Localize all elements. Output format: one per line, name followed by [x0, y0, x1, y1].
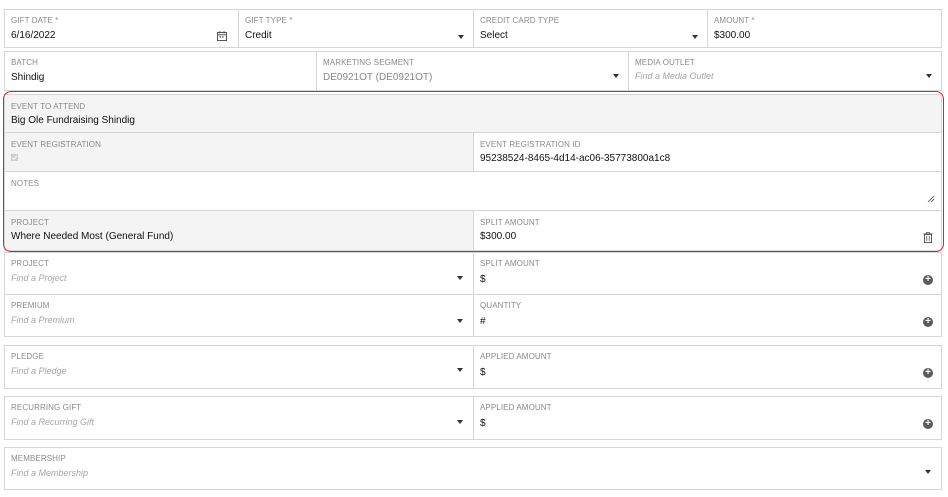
membership-input[interactable]: Find a Membership — [11, 468, 88, 478]
chevron-down-icon[interactable] — [458, 35, 464, 39]
resize-handle-icon[interactable] — [927, 195, 935, 203]
membership-label: MEMBERSHIP — [11, 454, 66, 463]
event-registration-id-field: EVENT REGISTRATION ID 95238524-8465-4d14… — [473, 132, 942, 172]
add-pledge-button[interactable]: + — [923, 368, 933, 378]
add-split-button[interactable]: + — [923, 275, 933, 285]
applied-amount-value[interactable]: $ — [480, 367, 486, 378]
split-amount-field-filled[interactable]: SPLIT AMOUNT $300.00 — [473, 210, 942, 251]
split-amount-field[interactable]: SPLIT AMOUNT $ + — [473, 252, 942, 295]
chevron-down-icon[interactable] — [457, 420, 463, 424]
recurring-gift-input[interactable]: Find a Recurring Gift — [11, 417, 94, 427]
quantity-label: QUANTITY — [480, 301, 522, 310]
event-registration-field: EVENT REGISTRATION — [4, 132, 474, 172]
split-amount-label: SPLIT AMOUNT — [480, 218, 540, 227]
recurring-gift-select[interactable]: RECURRING GIFT Find a Recurring Gift — [4, 396, 474, 440]
applied-amount-label: APPLIED AMOUNT — [480, 403, 552, 412]
credit-card-type-label: CREDIT CARD TYPE — [480, 16, 560, 25]
chevron-down-icon[interactable] — [457, 319, 463, 323]
quantity-field[interactable]: QUANTITY # + — [473, 294, 942, 337]
event-to-attend-label: EVENT TO ATTEND — [11, 102, 86, 111]
project-value: Where Needed Most (General Fund) — [11, 231, 174, 242]
project-select[interactable]: PROJECT Find a Project — [4, 252, 474, 295]
recurring-applied-amount-field[interactable]: APPLIED AMOUNT $ + — [473, 396, 942, 440]
marketing-segment-label: MARKETING SEGMENT — [323, 58, 415, 67]
chevron-down-icon[interactable] — [926, 74, 932, 78]
split-amount-label: SPLIT AMOUNT — [480, 259, 540, 268]
chevron-down-icon[interactable] — [457, 368, 463, 372]
project-label: PROJECT — [11, 259, 50, 268]
chevron-down-icon[interactable] — [925, 470, 931, 474]
add-premium-button[interactable]: + — [923, 317, 933, 327]
project-input[interactable]: Find a Project — [11, 273, 67, 283]
batch-value[interactable]: Shindig — [11, 72, 44, 83]
applied-amount-label: APPLIED AMOUNT — [480, 352, 552, 361]
project-field-filled[interactable]: PROJECT Where Needed Most (General Fund) — [4, 210, 474, 251]
gift-date-value[interactable]: 6/16/2022 — [11, 30, 56, 41]
event-registration-id-value: 95238524-8465-4d14-ac06-35773800a1c8 — [480, 153, 671, 164]
membership-select[interactable]: MEMBERSHIP Find a Membership — [4, 447, 942, 490]
pledge-applied-amount-field[interactable]: APPLIED AMOUNT $ + — [473, 345, 942, 389]
event-to-attend-field: EVENT TO ATTEND Big Ole Fundraising Shin… — [4, 94, 942, 133]
pledge-label: PLEDGE — [11, 352, 45, 361]
gift-date-field[interactable]: GIFT DATE * 6/16/2022 — [4, 9, 239, 48]
gift-type-label: GIFT TYPE * — [245, 16, 293, 25]
notes-label: NOTES — [11, 179, 40, 188]
credit-card-type-select[interactable]: CREDIT CARD TYPE Select — [473, 9, 708, 48]
media-outlet-label: MEDIA OUTLET — [635, 58, 695, 67]
chevron-down-icon[interactable] — [692, 35, 698, 39]
batch-field[interactable]: BATCH Shindig — [4, 51, 317, 91]
event-registration-checkbox[interactable] — [11, 154, 18, 161]
premium-select[interactable]: PREMIUM Find a Premium — [4, 294, 474, 337]
event-registration-label: EVENT REGISTRATION — [11, 140, 101, 149]
pledge-select[interactable]: PLEDGE Find a Pledge — [4, 345, 474, 389]
split-amount-value[interactable]: $ — [480, 274, 486, 285]
premium-input[interactable]: Find a Premium — [11, 315, 75, 325]
recurring-gift-label: RECURRING GIFT — [11, 403, 82, 412]
split-amount-value[interactable]: $300.00 — [480, 231, 516, 242]
marketing-segment-select[interactable]: MARKETING SEGMENT DE0921OT (DE0921OT) — [316, 51, 629, 91]
project-label: PROJECT — [11, 218, 50, 227]
gift-date-label: GIFT DATE * — [11, 16, 59, 25]
quantity-value[interactable]: # — [480, 316, 486, 327]
credit-card-type-value: Select — [480, 30, 508, 41]
add-recurring-gift-button[interactable]: + — [923, 419, 933, 429]
marketing-segment-value: DE0921OT (DE0921OT) — [323, 72, 433, 83]
chevron-down-icon[interactable] — [613, 74, 619, 78]
amount-label: AMOUNT * — [714, 16, 755, 25]
event-registration-id-label: EVENT REGISTRATION ID — [480, 140, 581, 149]
premium-label: PREMIUM — [11, 301, 50, 310]
amount-value[interactable]: $300.00 — [714, 30, 750, 41]
amount-field[interactable]: AMOUNT * $300.00 — [707, 9, 942, 48]
gift-type-value: Credit — [245, 30, 272, 41]
applied-amount-value[interactable]: $ — [480, 418, 486, 429]
batch-label: BATCH — [11, 58, 39, 67]
chevron-down-icon[interactable] — [457, 276, 463, 280]
calendar-icon[interactable] — [217, 31, 227, 41]
media-outlet-select[interactable]: MEDIA OUTLET Find a Media Outlet — [628, 51, 942, 91]
gift-type-select[interactable]: GIFT TYPE * Credit — [238, 9, 474, 48]
event-to-attend-value: Big Ole Fundraising Shindig — [11, 115, 135, 126]
media-outlet-input[interactable]: Find a Media Outlet — [635, 71, 714, 81]
trash-icon[interactable] — [923, 232, 933, 243]
notes-field[interactable]: NOTES — [4, 171, 942, 211]
pledge-input[interactable]: Find a Pledge — [11, 366, 67, 376]
